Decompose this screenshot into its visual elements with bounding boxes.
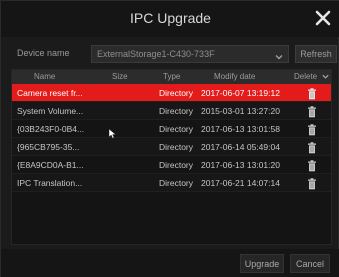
header-size[interactable]: Size xyxy=(112,72,128,81)
trash-icon[interactable] xyxy=(307,88,317,100)
row-date: 2017-06-13 13:01:58 xyxy=(201,124,280,134)
row-name: {03B243F0-0B4... xyxy=(17,124,85,134)
file-table: Name Size Type Modify date Delete Camera… xyxy=(11,69,332,245)
row-date: 2017-06-07 13:19:12 xyxy=(201,88,280,98)
sort-chevron-icon[interactable] xyxy=(321,72,330,81)
mouse-pointer-icon xyxy=(108,126,117,139)
row-name: IPC Translation... xyxy=(17,178,83,188)
upgrade-button[interactable]: Upgrade xyxy=(240,254,284,273)
header-date[interactable]: Modify date xyxy=(214,72,255,81)
device-name-label: Device name xyxy=(17,48,70,58)
trash-icon[interactable] xyxy=(307,106,317,118)
table-row[interactable]: {965CB795-35... Directory 2017-06-14 05:… xyxy=(12,138,331,156)
table-row[interactable]: System Volume... Directory 2015-03-01 13… xyxy=(12,102,331,120)
row-name: {E8A9CD0A-B1... xyxy=(17,160,84,170)
row-date: 2017-06-13 13:01:20 xyxy=(201,160,280,170)
trash-icon[interactable] xyxy=(307,178,317,190)
row-name: Camera reset fr... xyxy=(17,88,83,98)
trash-icon[interactable] xyxy=(307,160,317,172)
chevron-down-icon[interactable] xyxy=(274,49,284,60)
table-row[interactable]: Camera reset fr... Directory 2017-06-07 … xyxy=(12,84,331,102)
title-bar: IPC Upgrade xyxy=(1,1,339,37)
header-type[interactable]: Type xyxy=(163,72,180,81)
dialog-title: IPC Upgrade xyxy=(130,10,211,26)
ipc-upgrade-dialog: IPC Upgrade Device name ExternalStorage1… xyxy=(0,0,339,277)
row-type: Directory xyxy=(159,160,194,170)
row-type: Directory xyxy=(159,142,194,152)
trash-icon[interactable] xyxy=(307,124,317,136)
table-row[interactable]: IPC Translation... Directory 2017-06-21 … xyxy=(12,174,331,192)
row-type: Directory xyxy=(159,88,194,98)
row-type: Directory xyxy=(159,124,194,134)
cancel-button[interactable]: Cancel xyxy=(290,254,330,273)
row-name: {965CB795-35... xyxy=(17,142,80,152)
table-header: Name Size Type Modify date Delete xyxy=(12,70,331,84)
row-date: 2017-06-21 14:07:14 xyxy=(201,178,280,188)
row-date: 2015-03-01 13:27:20 xyxy=(201,106,280,116)
row-type: Directory xyxy=(159,106,194,116)
device-select[interactable]: ExternalStorage1-C430-733F xyxy=(91,45,289,63)
table-row[interactable]: {E8A9CD0A-B1... Directory 2017-06-13 13:… xyxy=(12,156,331,174)
table-row[interactable]: {03B243F0-0B4... Directory 2017-06-13 13… xyxy=(12,120,331,138)
header-name[interactable]: Name xyxy=(34,72,122,81)
row-type: Directory xyxy=(159,178,194,188)
close-icon[interactable] xyxy=(314,9,332,27)
device-row: Device name ExternalStorage1-C430-733F R… xyxy=(11,45,337,63)
device-select-value: ExternalStorage1-C430-733F xyxy=(97,49,215,59)
header-delete[interactable]: Delete xyxy=(294,72,317,81)
row-date: 2017-06-14 05:49:04 xyxy=(201,142,280,152)
trash-icon[interactable] xyxy=(307,142,317,154)
dialog-footer: Upgrade Cancel xyxy=(1,249,339,277)
row-name: System Volume... xyxy=(17,106,84,116)
refresh-button[interactable]: Refresh xyxy=(295,45,337,63)
